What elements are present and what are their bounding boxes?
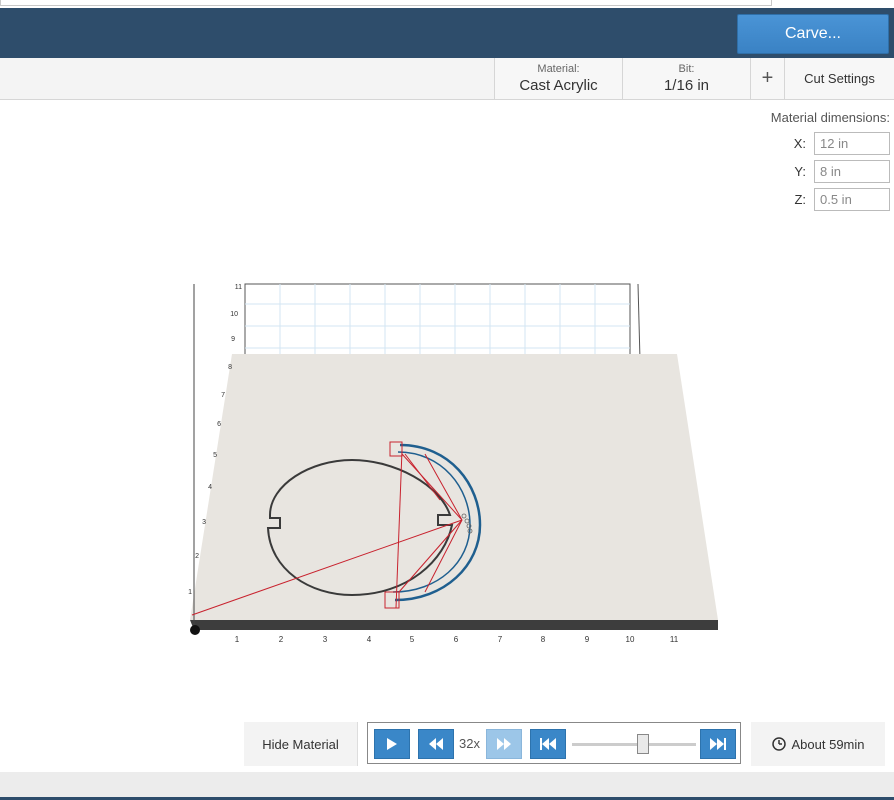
estimated-time-button[interactable]: About 59min bbox=[751, 722, 885, 766]
y-tick: 7 bbox=[221, 392, 225, 399]
simulation-controls: Hide Material 32x About 59min bbox=[0, 718, 894, 772]
clock-icon bbox=[771, 737, 786, 751]
x-tick: 9 bbox=[585, 635, 590, 644]
material-block bbox=[190, 354, 718, 630]
origin-marker bbox=[190, 625, 200, 635]
x-tick: 6 bbox=[454, 635, 459, 644]
carve-button[interactable]: Carve... bbox=[737, 14, 889, 54]
rewind-icon bbox=[429, 738, 443, 750]
skip-to-start-icon bbox=[540, 738, 556, 750]
playback-bar: 32x bbox=[367, 722, 741, 764]
cut-settings-label: Cut Settings bbox=[804, 71, 875, 86]
material-dimensions: Material dimensions: X: Y: Z: bbox=[755, 110, 890, 213]
bit-label: Bit: bbox=[678, 63, 695, 75]
y-tick: 2 bbox=[195, 553, 199, 560]
slow-down-button[interactable] bbox=[418, 729, 454, 759]
y-tick: 9 bbox=[231, 336, 235, 343]
y-tick: 6 bbox=[217, 421, 221, 428]
progress-slider-handle[interactable] bbox=[637, 734, 649, 754]
y-tick: 11 bbox=[235, 284, 242, 291]
x-tick: 7 bbox=[498, 635, 503, 644]
x-tick: 8 bbox=[541, 635, 546, 644]
play-icon bbox=[387, 738, 397, 750]
skip-to-end-icon bbox=[710, 738, 726, 750]
x-tick: 10 bbox=[626, 635, 635, 644]
bit-value: 1/16 in bbox=[663, 77, 710, 94]
x-tick: 4 bbox=[367, 635, 372, 644]
y-tick: 3 bbox=[202, 519, 206, 526]
y-tick: 4 bbox=[208, 484, 212, 491]
skip-to-start-button[interactable] bbox=[530, 729, 566, 759]
hide-material-button[interactable]: Hide Material bbox=[244, 722, 358, 766]
skip-to-end-button[interactable] bbox=[700, 729, 736, 759]
x-label: X: bbox=[793, 135, 806, 151]
material-value: Cast Acrylic bbox=[519, 77, 598, 94]
add-bit-button[interactable]: + bbox=[750, 58, 784, 99]
material-selector[interactable]: Material: Cast Acrylic bbox=[494, 58, 622, 99]
material-label: Material: bbox=[537, 63, 580, 75]
address-strip bbox=[0, 0, 894, 8]
3d-preview-viewport[interactable]: 1 2 3 4 5 6 7 8 9 10 11 1 2 3 4 5 6 7 8 … bbox=[180, 270, 740, 670]
x-tick: 3 bbox=[323, 635, 328, 644]
dimensions-title: Material dimensions: bbox=[770, 110, 890, 125]
progress-track[interactable] bbox=[572, 743, 696, 746]
y-tick: 5 bbox=[213, 452, 217, 459]
toolbar: Material: Cast Acrylic Bit: 1/16 in + Cu… bbox=[0, 58, 894, 100]
x-tick: 11 bbox=[670, 635, 679, 644]
bit-selector[interactable]: Bit: 1/16 in bbox=[622, 58, 750, 99]
speed-up-button[interactable] bbox=[486, 729, 522, 759]
y-tick: 8 bbox=[228, 364, 232, 371]
speed-label: 32x bbox=[459, 736, 480, 751]
x-tick: 1 bbox=[235, 635, 240, 644]
y-label: Y: bbox=[794, 163, 806, 179]
plus-icon: + bbox=[761, 67, 774, 89]
grid-plane bbox=[244, 283, 641, 361]
fast-forward-icon bbox=[497, 738, 511, 750]
y-tick: 1 bbox=[188, 589, 192, 596]
z-dimension-input[interactable] bbox=[814, 187, 890, 211]
x-dimension-input[interactable] bbox=[814, 131, 890, 155]
y-dimension-input[interactable] bbox=[814, 159, 890, 183]
x-tick: 2 bbox=[279, 635, 284, 644]
estimated-time-label: About 59min bbox=[791, 736, 865, 752]
footer bbox=[0, 772, 894, 800]
x-axis-ticks: 1 2 3 4 5 6 7 8 9 10 11 bbox=[235, 635, 679, 644]
top-field bbox=[0, 0, 772, 6]
y-tick: 10 bbox=[230, 311, 238, 318]
x-tick: 5 bbox=[410, 635, 415, 644]
cut-settings-button[interactable]: Cut Settings bbox=[784, 58, 894, 99]
z-label: Z: bbox=[794, 191, 806, 207]
play-button[interactable] bbox=[374, 729, 410, 759]
